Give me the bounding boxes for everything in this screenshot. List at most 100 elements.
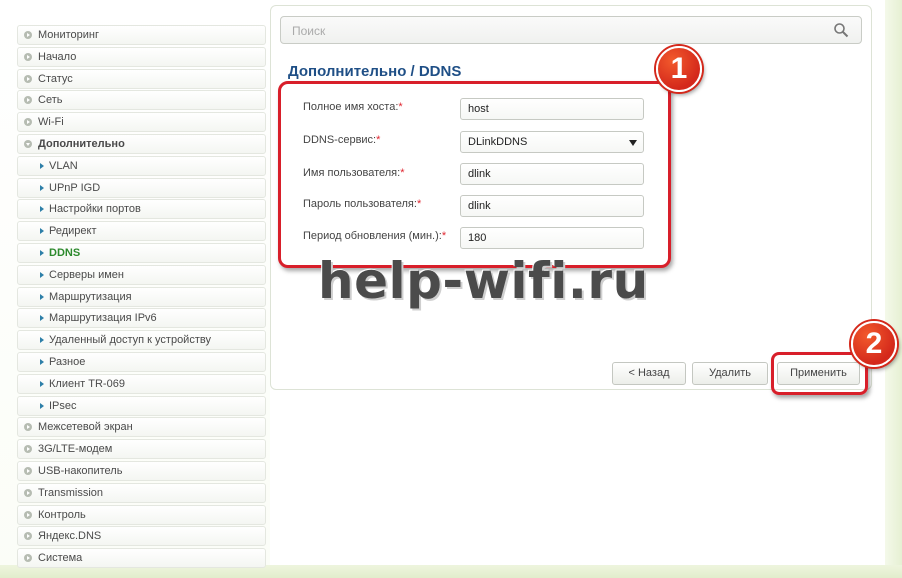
sidebar-item-label: Дополнительно: [38, 137, 125, 150]
dropdown-arrow-icon: [629, 140, 637, 146]
sidebar-item-ddns[interactable]: DDNS: [17, 242, 266, 263]
sidebar-item-network[interactable]: Сеть: [17, 90, 266, 111]
sidebar-item-label: Межсетевой экран: [38, 421, 133, 434]
expand-icon: [24, 445, 32, 454]
arrow-right-icon: [40, 337, 44, 344]
search-input[interactable]: Поиск: [280, 16, 862, 44]
hostname-label-text: Полное имя хоста:: [303, 101, 399, 113]
collapse-icon: [24, 139, 32, 148]
watermark: help-wifi.ru: [318, 252, 649, 310]
sidebar-item-label: Статус: [38, 72, 73, 85]
sidebar-item-control[interactable]: Контроль: [17, 504, 266, 525]
search-icon[interactable]: [833, 22, 849, 38]
sidebar-item-label: Серверы имен: [49, 268, 124, 281]
hostname-field[interactable]: host: [460, 98, 644, 120]
step-badge-1: 1: [656, 46, 702, 92]
sidebar-item-label: Wi-Fi: [38, 116, 64, 129]
ddns-service-label-text: DDNS-сервис:: [303, 134, 377, 146]
sidebar-item-advanced[interactable]: Дополнительно: [17, 133, 266, 154]
sidebar-item-label: VLAN: [49, 159, 78, 172]
sidebar-item-label: DDNS: [49, 246, 81, 259]
sidebar-item-label: IPsec: [49, 399, 77, 412]
username-field[interactable]: dlink: [460, 163, 644, 185]
sidebar-item-redirect[interactable]: Редирект: [17, 221, 266, 242]
sidebar-item-port-settings[interactable]: Настройки портов: [17, 199, 266, 220]
sidebar-item-status[interactable]: Статус: [17, 68, 266, 89]
username-label: Имя пользователя:*: [303, 167, 404, 179]
sidebar-item-label: Мониторинг: [38, 29, 100, 41]
sidebar-item-label: Маршрутизация: [49, 290, 132, 303]
sidebar-item-routing[interactable]: Маршрутизация: [17, 286, 266, 307]
arrow-right-icon: [40, 206, 44, 213]
expand-icon: [24, 488, 32, 497]
sidebar-item-transmission[interactable]: Transmission: [17, 482, 266, 503]
update-period-field[interactable]: 180: [460, 227, 644, 249]
sidebar-item-wifi[interactable]: Wi-Fi: [17, 112, 266, 133]
sidebar-item-firewall[interactable]: Межсетевой экран: [17, 417, 266, 438]
expand-icon: [24, 554, 32, 563]
arrow-right-icon: [40, 228, 44, 235]
sidebar-item-label: Настройки портов: [49, 203, 141, 216]
arrow-right-icon: [40, 402, 44, 409]
hostname-label: Полное имя хоста:*: [303, 101, 403, 113]
search-placeholder: Поиск: [292, 24, 326, 38]
username-label-text: Имя пользователя:: [303, 167, 401, 179]
required-mark: *: [416, 198, 422, 210]
expand-icon: [24, 532, 32, 541]
sidebar-item-upnp[interactable]: UPnP IGD: [17, 177, 266, 198]
sidebar-item-label: Система: [38, 552, 83, 565]
sidebar-item-remote-access[interactable]: Удаленный доступ к устройству: [17, 330, 266, 351]
sidebar-item-tr069[interactable]: Клиент TR-069: [17, 373, 266, 394]
sidebar-item-usb-storage[interactable]: USB-накопитель: [17, 460, 266, 481]
sidebar-item-label: Яндекс.DNS: [38, 530, 102, 543]
arrow-right-icon: [40, 380, 44, 387]
right-edge-background: [885, 0, 902, 578]
sidebar-item-start[interactable]: Начало: [17, 46, 266, 67]
sidebar-menu: Мониторинг Начало Статус Сеть Wi-Fi Допо…: [17, 25, 266, 570]
password-field[interactable]: dlink: [460, 195, 644, 217]
password-label-text: Пароль пользователя:: [303, 198, 417, 210]
expand-icon: [24, 96, 32, 105]
sidebar-item-label: Контроль: [38, 508, 86, 521]
sidebar-item-label: 3G/LTE-модем: [38, 443, 113, 456]
arrow-right-icon: [40, 184, 44, 191]
expand-icon: [24, 423, 32, 432]
sidebar-item-label: Клиент TR-069: [49, 377, 125, 390]
sidebar-item-vlan[interactable]: VLAN: [17, 155, 266, 176]
sidebar-item-system[interactable]: Система: [17, 548, 266, 569]
arrow-right-icon: [40, 162, 44, 169]
page-title: Дополнительно / DDNS: [288, 63, 462, 80]
required-mark: *: [376, 134, 381, 146]
required-mark: *: [441, 230, 447, 242]
required-mark: *: [398, 101, 403, 113]
sidebar-item-label: Маршрутизация IPv6: [49, 312, 157, 325]
sidebar-item-ipsec[interactable]: IPsec: [17, 395, 266, 416]
apply-highlight-frame: [771, 352, 868, 395]
sidebar-item-label: Разное: [49, 355, 86, 368]
sidebar-item-label: Удаленный доступ к устройству: [49, 334, 211, 347]
sidebar-item-3g-lte[interactable]: 3G/LTE-модем: [17, 439, 266, 460]
sidebar-item-label: Начало: [38, 50, 77, 63]
arrow-right-icon: [40, 315, 44, 322]
sidebar-item-label: Transmission: [38, 486, 103, 499]
password-label: Пароль пользователя:*: [303, 198, 421, 210]
sidebar-item-name-servers[interactable]: Серверы имен: [17, 264, 266, 285]
expand-icon: [24, 510, 32, 519]
update-period-label-text: Период обновления (мин.):: [303, 230, 442, 242]
sidebar-item-label: UPnP IGD: [49, 181, 101, 194]
sidebar-item-monitoring[interactable]: Мониторинг: [17, 25, 266, 45]
arrow-right-icon: [40, 358, 44, 365]
ddns-service-label: DDNS-сервис:*: [303, 134, 380, 146]
sidebar-item-yandex-dns[interactable]: Яндекс.DNS: [17, 526, 266, 547]
expand-icon: [24, 74, 32, 83]
sidebar-item-misc[interactable]: Разное: [17, 351, 266, 372]
sidebar-item-label: USB-накопитель: [38, 464, 123, 477]
sidebar-item-label: Редирект: [49, 225, 97, 238]
sidebar-item-label: Сеть: [38, 94, 63, 107]
expand-icon: [24, 52, 32, 61]
sidebar-item-routing-ipv6[interactable]: Маршрутизация IPv6: [17, 308, 266, 329]
ddns-service-select[interactable]: DLinkDDNS: [460, 131, 644, 153]
back-button[interactable]: < Назад: [612, 362, 686, 385]
delete-button[interactable]: Удалить: [692, 362, 768, 385]
required-mark: *: [400, 167, 405, 179]
